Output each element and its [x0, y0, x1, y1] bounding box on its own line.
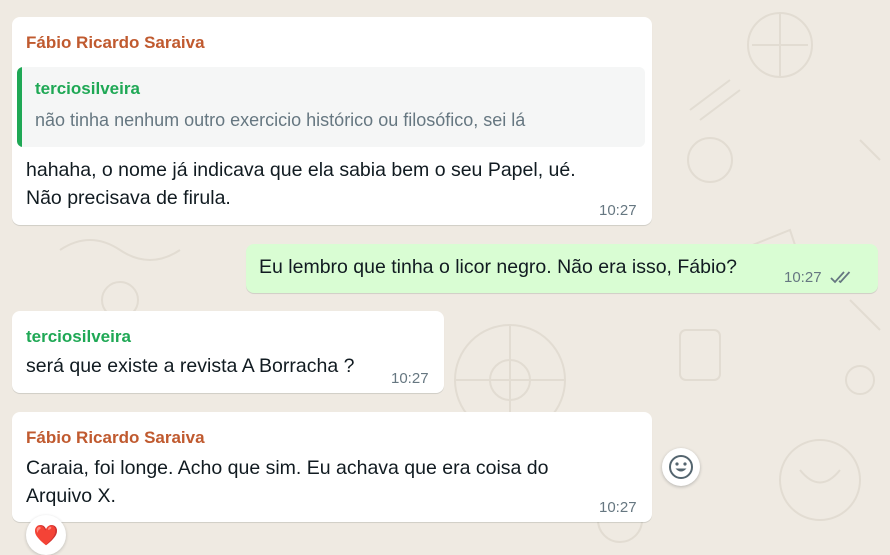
message-timestamp: 10:27 — [784, 269, 822, 286]
message-bubble-incoming[interactable]: terciosilveira será que existe a revista… — [12, 311, 444, 393]
message-bubble-incoming[interactable]: Fábio Ricardo Saraiva terciosilveira não… — [12, 17, 652, 225]
quote-text: não tinha nenhum outro exercicio históri… — [35, 110, 526, 130]
message-bubble-incoming[interactable]: Fábio Ricardo Saraiva Caraia, foi longe.… — [12, 412, 652, 522]
quote-accent-bar — [17, 67, 22, 147]
message-text-line: Caraia, foi longe. Acho que sim. Eu acha… — [26, 457, 549, 479]
message-text: Eu lembro que tinha o licor negro. Não e… — [259, 256, 738, 278]
quoted-message[interactable]: terciosilveira não tinha nenhum outro ex… — [17, 67, 645, 147]
double-check-icon — [830, 271, 851, 284]
message-timestamp: 10:27 — [599, 499, 637, 516]
message-timestamp: 10:27 — [391, 370, 429, 387]
react-emoji-button[interactable] — [662, 448, 700, 486]
message-text-line: hahaha, o nome já indicava que ela sabia… — [26, 159, 576, 181]
message-sender[interactable]: Fábio Ricardo Saraiva — [26, 33, 205, 53]
message-timestamp: 10:27 — [599, 202, 637, 219]
message-sender[interactable]: terciosilveira — [26, 327, 131, 347]
message-text: será que existe a revista A Borracha ? — [26, 355, 355, 377]
smiley-icon — [669, 455, 693, 479]
reaction-badge[interactable]: ❤️ — [26, 515, 66, 555]
message-text-line: Não precisava de firula. — [26, 187, 231, 209]
message-text-line: Arquivo X. — [26, 485, 116, 507]
message-sender[interactable]: Fábio Ricardo Saraiva — [26, 428, 205, 448]
quote-author: terciosilveira — [35, 79, 140, 98]
message-bubble-outgoing[interactable]: Eu lembro que tinha o licor negro. Não e… — [246, 244, 878, 293]
